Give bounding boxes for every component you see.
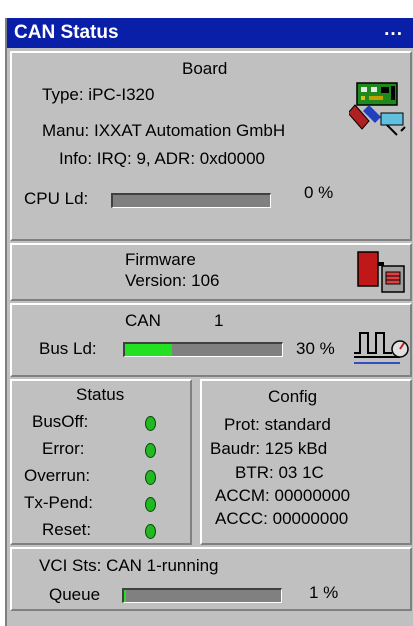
- status-panel: Status BusOff: Error: Overrun: Tx-Pend: …: [10, 379, 192, 545]
- firmware-version: Version: 106: [125, 271, 220, 290]
- reset-led-icon: [145, 524, 156, 539]
- overrun-led-icon: [145, 470, 156, 485]
- queue-fill: [124, 590, 126, 602]
- cpu-load-value: 0 %: [304, 183, 334, 202]
- config-accc: ACCC: 00000000: [215, 509, 349, 528]
- can-panel: CAN 1 Bus Ld: 30 %: [10, 303, 412, 377]
- config-prot: Prot: standard: [224, 415, 331, 434]
- bus-signal-icon: [354, 332, 409, 364]
- bus-load-bar: [123, 342, 283, 357]
- board-panel: Board Type: iPC-I320 Manu: IXXAT Automat…: [10, 51, 412, 241]
- firmware-chip-icon: [357, 251, 405, 293]
- status-error-label: Error:: [42, 439, 85, 458]
- queue-bar: [122, 588, 282, 603]
- title-menu-button[interactable]: ...: [384, 19, 403, 41]
- status-busoff-label: BusOff:: [32, 412, 89, 431]
- bus-load-value: 30 %: [296, 339, 335, 358]
- status-txpend-label: Tx-Pend:: [24, 493, 93, 512]
- vci-status: VCI Sts: CAN 1-running: [39, 556, 219, 575]
- bus-load-fill: [125, 344, 173, 356]
- window-title: CAN Status: [14, 22, 119, 43]
- bus-load-label: Bus Ld:: [39, 339, 97, 358]
- firmware-heading: Firmware: [125, 250, 196, 269]
- can-heading: CAN: [125, 311, 161, 330]
- config-accm: ACCM: 00000000: [215, 486, 351, 505]
- cpu-load-label: CPU Ld:: [24, 189, 89, 208]
- status-reset-label: Reset:: [42, 520, 92, 539]
- cpu-load-bar: [111, 193, 271, 208]
- board-manufacturer: Manu: IXXAT Automation GmbH: [42, 121, 286, 140]
- config-btr: BTR: 03 1C: [235, 463, 324, 482]
- title-bar: CAN Status ...: [7, 18, 413, 48]
- error-led-icon: [145, 443, 156, 458]
- queue-label: Queue: [49, 585, 101, 604]
- vci-panel: VCI Sts: CAN 1-running Queue 1 %: [10, 547, 412, 611]
- firmware-panel: Firmware Version: 106: [10, 243, 412, 301]
- can-number: 1: [214, 311, 224, 330]
- config-heading: Config: [268, 387, 318, 406]
- board-type: Type: iPC-I320: [42, 85, 155, 104]
- status-heading: Status: [76, 385, 125, 404]
- pc-card-icon: [349, 82, 406, 136]
- busoff-led-icon: [145, 416, 156, 431]
- config-baudrate: Baudr: 125 kBd: [210, 439, 328, 458]
- txpend-led-icon: [145, 497, 156, 512]
- queue-value: 1 %: [309, 583, 339, 602]
- board-info: Info: IRQ: 9, ADR: 0xd0000: [59, 149, 266, 168]
- can-status-window: CAN Status ... Board Type: iPC-I320 Manu…: [5, 18, 413, 626]
- board-heading: Board: [182, 59, 228, 78]
- status-overrun-label: Overrun:: [24, 466, 91, 485]
- config-panel: Config Prot: standard Baudr: 125 kBd BTR…: [200, 379, 412, 545]
